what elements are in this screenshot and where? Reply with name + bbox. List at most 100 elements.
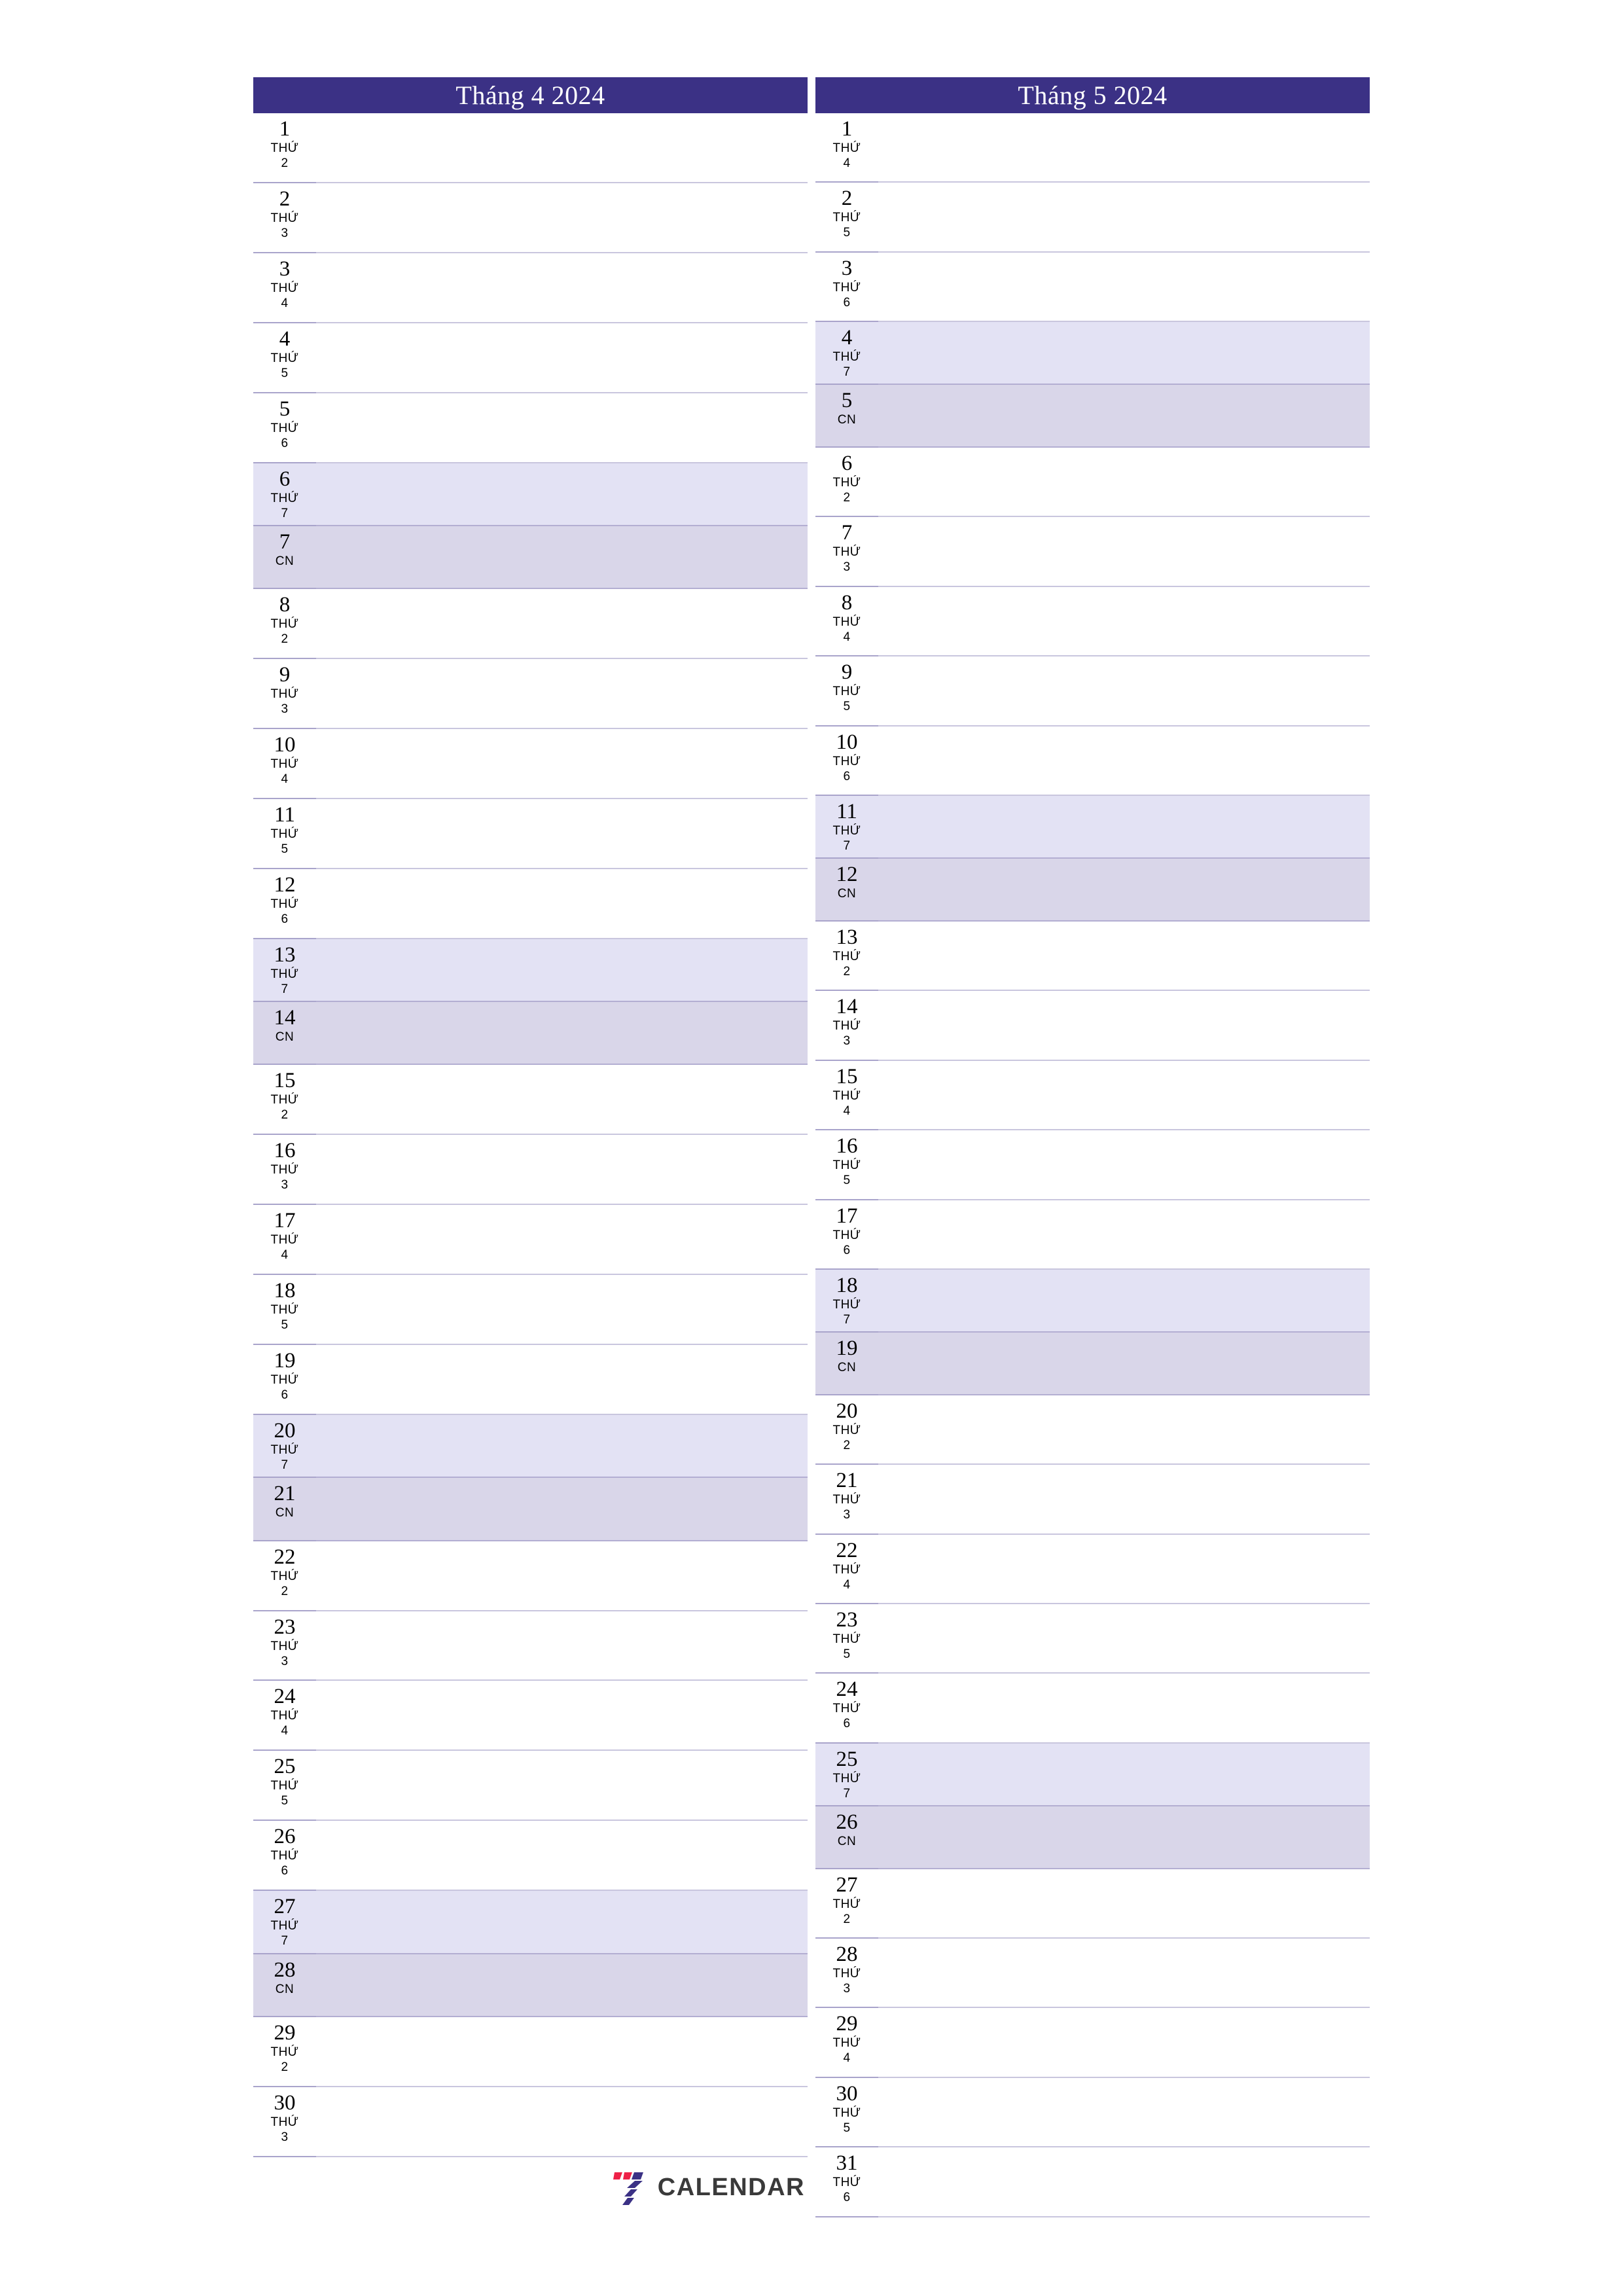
note-area[interactable] xyxy=(878,1200,1370,1268)
note-area[interactable] xyxy=(878,1744,1370,1805)
note-area[interactable] xyxy=(878,385,1370,446)
note-area[interactable] xyxy=(316,2017,808,2086)
day-row[interactable]: 11 THỨ 5 xyxy=(253,799,808,869)
note-area[interactable] xyxy=(878,1939,1370,2007)
day-row[interactable]: 9 THỨ 5 xyxy=(815,656,1370,727)
note-area[interactable] xyxy=(316,1954,808,2016)
note-area[interactable] xyxy=(878,1270,1370,1331)
note-area[interactable] xyxy=(878,726,1370,795)
note-area[interactable] xyxy=(316,1478,808,1539)
day-row[interactable]: 14 THỨ 3 xyxy=(815,991,1370,1062)
day-row[interactable]: 7 CN xyxy=(253,526,808,590)
note-area[interactable] xyxy=(316,183,808,252)
note-area[interactable] xyxy=(316,1205,808,1274)
day-row[interactable]: 13 THỨ 2 xyxy=(815,921,1370,992)
note-area[interactable] xyxy=(878,183,1370,251)
day-row[interactable]: 6 THỨ 7 xyxy=(253,463,808,527)
note-area[interactable] xyxy=(316,1065,808,1134)
note-area[interactable] xyxy=(878,2078,1370,2146)
day-row[interactable]: 21 CN xyxy=(253,1478,808,1541)
day-row[interactable]: 15 THỨ 2 xyxy=(253,1065,808,1136)
note-area[interactable] xyxy=(316,1821,808,1890)
day-row[interactable]: 8 THỨ 2 xyxy=(253,589,808,660)
day-row[interactable]: 14 CN xyxy=(253,1002,808,1066)
day-row[interactable]: 7 THỨ 3 xyxy=(815,517,1370,588)
day-row[interactable]: 2 THỨ 5 xyxy=(815,183,1370,253)
day-row[interactable]: 20 THỨ 7 xyxy=(253,1415,808,1479)
day-row[interactable]: 28 CN xyxy=(253,1954,808,2018)
day-row[interactable]: 20 THỨ 2 xyxy=(815,1395,1370,1465)
note-area[interactable] xyxy=(878,448,1370,516)
note-area[interactable] xyxy=(878,922,1370,990)
day-row[interactable]: 4 THỨ 7 xyxy=(815,322,1370,386)
note-area[interactable] xyxy=(316,659,808,728)
note-area[interactable] xyxy=(878,113,1370,181)
day-row[interactable]: 3 THỨ 4 xyxy=(253,253,808,323)
note-area[interactable] xyxy=(878,2147,1370,2215)
day-row[interactable]: 26 THỨ 6 xyxy=(253,1821,808,1892)
note-area[interactable] xyxy=(316,939,808,1001)
day-row[interactable]: 24 THỨ 6 xyxy=(815,1674,1370,1744)
note-area[interactable] xyxy=(316,253,808,322)
note-area[interactable] xyxy=(316,526,808,588)
note-area[interactable] xyxy=(316,393,808,462)
day-row[interactable]: 27 THỨ 2 xyxy=(815,1869,1370,1939)
day-row[interactable]: 1 THỨ 4 xyxy=(815,113,1370,183)
day-row[interactable]: 6 THỨ 2 xyxy=(815,447,1370,518)
day-row[interactable]: 1 THỨ 2 xyxy=(253,113,808,183)
note-area[interactable] xyxy=(316,1611,808,1680)
day-row[interactable]: 16 THỨ 3 xyxy=(253,1135,808,1206)
day-row[interactable]: 12 CN xyxy=(815,859,1370,922)
note-area[interactable] xyxy=(878,1333,1370,1394)
note-area[interactable] xyxy=(316,1681,808,1749)
day-row[interactable]: 15 THỨ 4 xyxy=(815,1060,1370,1131)
day-row[interactable]: 11 THỨ 7 xyxy=(815,796,1370,859)
note-area[interactable] xyxy=(878,1604,1370,1672)
note-area[interactable] xyxy=(316,729,808,798)
note-area[interactable] xyxy=(316,113,808,182)
day-row[interactable]: 19 THỨ 6 xyxy=(253,1345,808,1416)
note-area[interactable] xyxy=(878,1674,1370,1742)
note-area[interactable] xyxy=(316,1002,808,1064)
day-row[interactable]: 2 THỨ 3 xyxy=(253,183,808,253)
note-area[interactable] xyxy=(878,1535,1370,1603)
note-area[interactable] xyxy=(316,1135,808,1204)
note-area[interactable] xyxy=(878,991,1370,1059)
day-row[interactable]: 24 THỨ 4 xyxy=(253,1681,808,1751)
day-row[interactable]: 28 THỨ 3 xyxy=(815,1938,1370,2009)
day-row[interactable]: 30 THỨ 5 xyxy=(815,2077,1370,2148)
day-row[interactable]: 19 CN xyxy=(815,1332,1370,1395)
note-area[interactable] xyxy=(878,1395,1370,1463)
day-row[interactable]: 18 THỨ 5 xyxy=(253,1275,808,1346)
day-row[interactable]: 27 THỨ 7 xyxy=(253,1891,808,1954)
note-area[interactable] xyxy=(316,799,808,868)
day-row[interactable]: 10 THỨ 6 xyxy=(815,726,1370,797)
day-row[interactable]: 3 THỨ 6 xyxy=(815,252,1370,323)
day-row[interactable]: 10 THỨ 4 xyxy=(253,729,808,799)
note-area[interactable] xyxy=(316,589,808,658)
note-area[interactable] xyxy=(316,1891,808,1952)
day-row[interactable]: 5 THỨ 6 xyxy=(253,393,808,463)
note-area[interactable] xyxy=(878,253,1370,321)
day-row[interactable]: 9 THỨ 3 xyxy=(253,659,808,730)
note-area[interactable] xyxy=(878,2008,1370,2076)
note-area[interactable] xyxy=(878,1130,1370,1198)
day-row[interactable]: 25 THỨ 5 xyxy=(253,1751,808,1821)
day-row[interactable]: 5 CN xyxy=(815,385,1370,448)
day-row[interactable]: 22 THỨ 4 xyxy=(815,1534,1370,1605)
note-area[interactable] xyxy=(878,1465,1370,1533)
note-area[interactable] xyxy=(878,1806,1370,1868)
day-row[interactable]: 16 THỨ 5 xyxy=(815,1130,1370,1201)
day-row[interactable]: 23 THỨ 3 xyxy=(253,1611,808,1681)
note-area[interactable] xyxy=(316,869,808,938)
note-area[interactable] xyxy=(878,859,1370,920)
day-row[interactable]: 4 THỨ 5 xyxy=(253,323,808,393)
note-area[interactable] xyxy=(316,323,808,392)
note-area[interactable] xyxy=(878,1869,1370,1937)
day-row[interactable]: 31 THỨ 6 xyxy=(815,2147,1370,2218)
note-area[interactable] xyxy=(878,322,1370,384)
note-area[interactable] xyxy=(878,1061,1370,1129)
day-row[interactable]: 29 THỨ 2 xyxy=(253,2017,808,2087)
note-area[interactable] xyxy=(878,587,1370,655)
day-row[interactable]: 17 THỨ 4 xyxy=(253,1205,808,1276)
